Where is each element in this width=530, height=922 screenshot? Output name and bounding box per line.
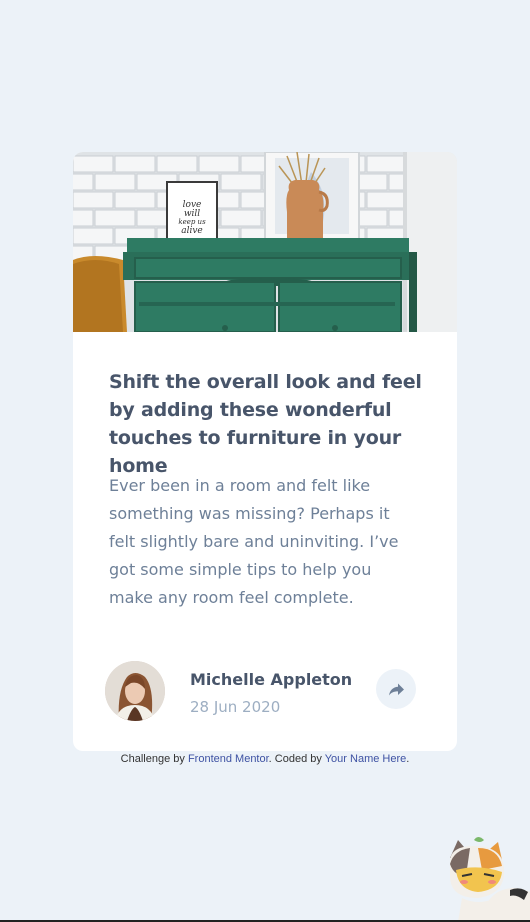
page: love will keep us alive Shift the overal… (0, 0, 530, 922)
author-avatar (105, 661, 165, 721)
author-name: Michelle Appleton (190, 670, 353, 689)
avatar-photo-icon (105, 661, 165, 721)
svg-text:keep us: keep us (178, 218, 206, 226)
svg-text:alive: alive (181, 226, 203, 236)
share-icon (388, 683, 404, 695)
cat-mascot-icon (450, 837, 530, 922)
frontend-mentor-link[interactable]: Frontend Mentor (188, 753, 269, 765)
attribution-prefix: Challenge by (120, 753, 188, 765)
hero-image: love will keep us alive (73, 152, 457, 332)
attribution: Challenge by Frontend Mentor. Coded by Y… (0, 753, 530, 765)
post-date: 28 Jun 2020 (190, 698, 281, 716)
share-button[interactable] (376, 669, 416, 709)
attribution-suffix: . (406, 753, 410, 765)
attribution-middle: . Coded by (268, 753, 325, 765)
article-description: Ever been in a room and felt like someth… (109, 476, 399, 607)
article-card: love will keep us alive Shift the overal… (73, 152, 457, 751)
author-link[interactable]: Your Name Here (325, 753, 407, 765)
article-title: Shift the overall look and feel by addin… (109, 371, 422, 477)
